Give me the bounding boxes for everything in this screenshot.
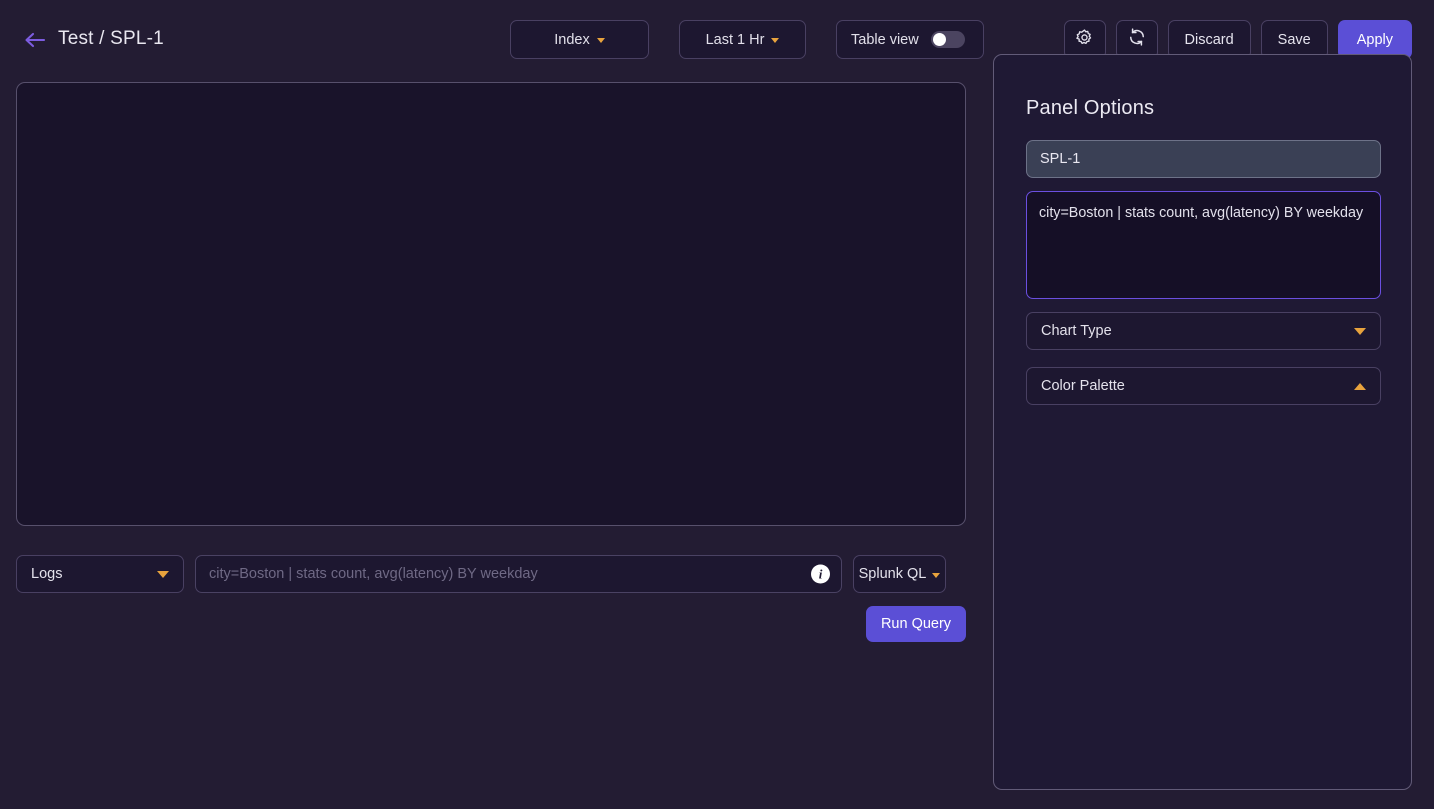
index-dropdown[interactable]: Index [510,20,649,59]
triangle-down-icon [157,570,169,578]
data-source-label: Logs [31,566,63,582]
table-view-toggle[interactable]: Table view [836,20,984,59]
refresh-icon [1127,27,1147,52]
chart-type-label: Chart Type [1041,323,1112,339]
color-palette-label: Color Palette [1041,378,1125,394]
panel-query-textarea[interactable] [1026,191,1381,299]
color-palette-dropdown[interactable]: Color Palette [1026,367,1381,405]
chevron-down-icon [771,38,780,43]
toggle-knob [932,33,946,46]
panel-options: Panel Options Chart Type Color Palette [993,54,1412,790]
chart-preview-area [16,82,966,526]
info-icon[interactable]: i [811,564,830,584]
query-input[interactable] [196,556,841,592]
data-source-dropdown[interactable]: Logs [16,555,184,593]
chevron-down-icon [596,38,605,43]
toggle-switch[interactable] [930,31,965,48]
gear-icon [1075,28,1094,52]
query-bar: Logs i Splunk QL [16,555,946,593]
query-language-label: Splunk QL [858,566,927,582]
query-input-container: i [195,555,842,593]
table-view-label: Table view [851,31,919,48]
panel-options-title: Panel Options [1026,97,1155,119]
panel-name-input[interactable] [1026,140,1381,178]
time-range-label: Last 1 Hr [705,31,765,48]
index-dropdown-label: Index [554,31,590,48]
triangle-down-icon [1354,327,1366,335]
arrow-left-icon[interactable] [22,28,48,52]
query-language-dropdown[interactable]: Splunk QL [853,555,946,593]
chevron-down-icon [932,572,941,578]
triangle-up-icon [1354,382,1366,390]
header-center-controls: Index Last 1 Hr Table view [510,20,984,59]
run-query-button[interactable]: Run Query [866,606,966,642]
time-range-dropdown[interactable]: Last 1 Hr [679,20,806,59]
chart-type-dropdown[interactable]: Chart Type [1026,312,1381,350]
page-title: Test / SPL-1 [58,28,164,49]
